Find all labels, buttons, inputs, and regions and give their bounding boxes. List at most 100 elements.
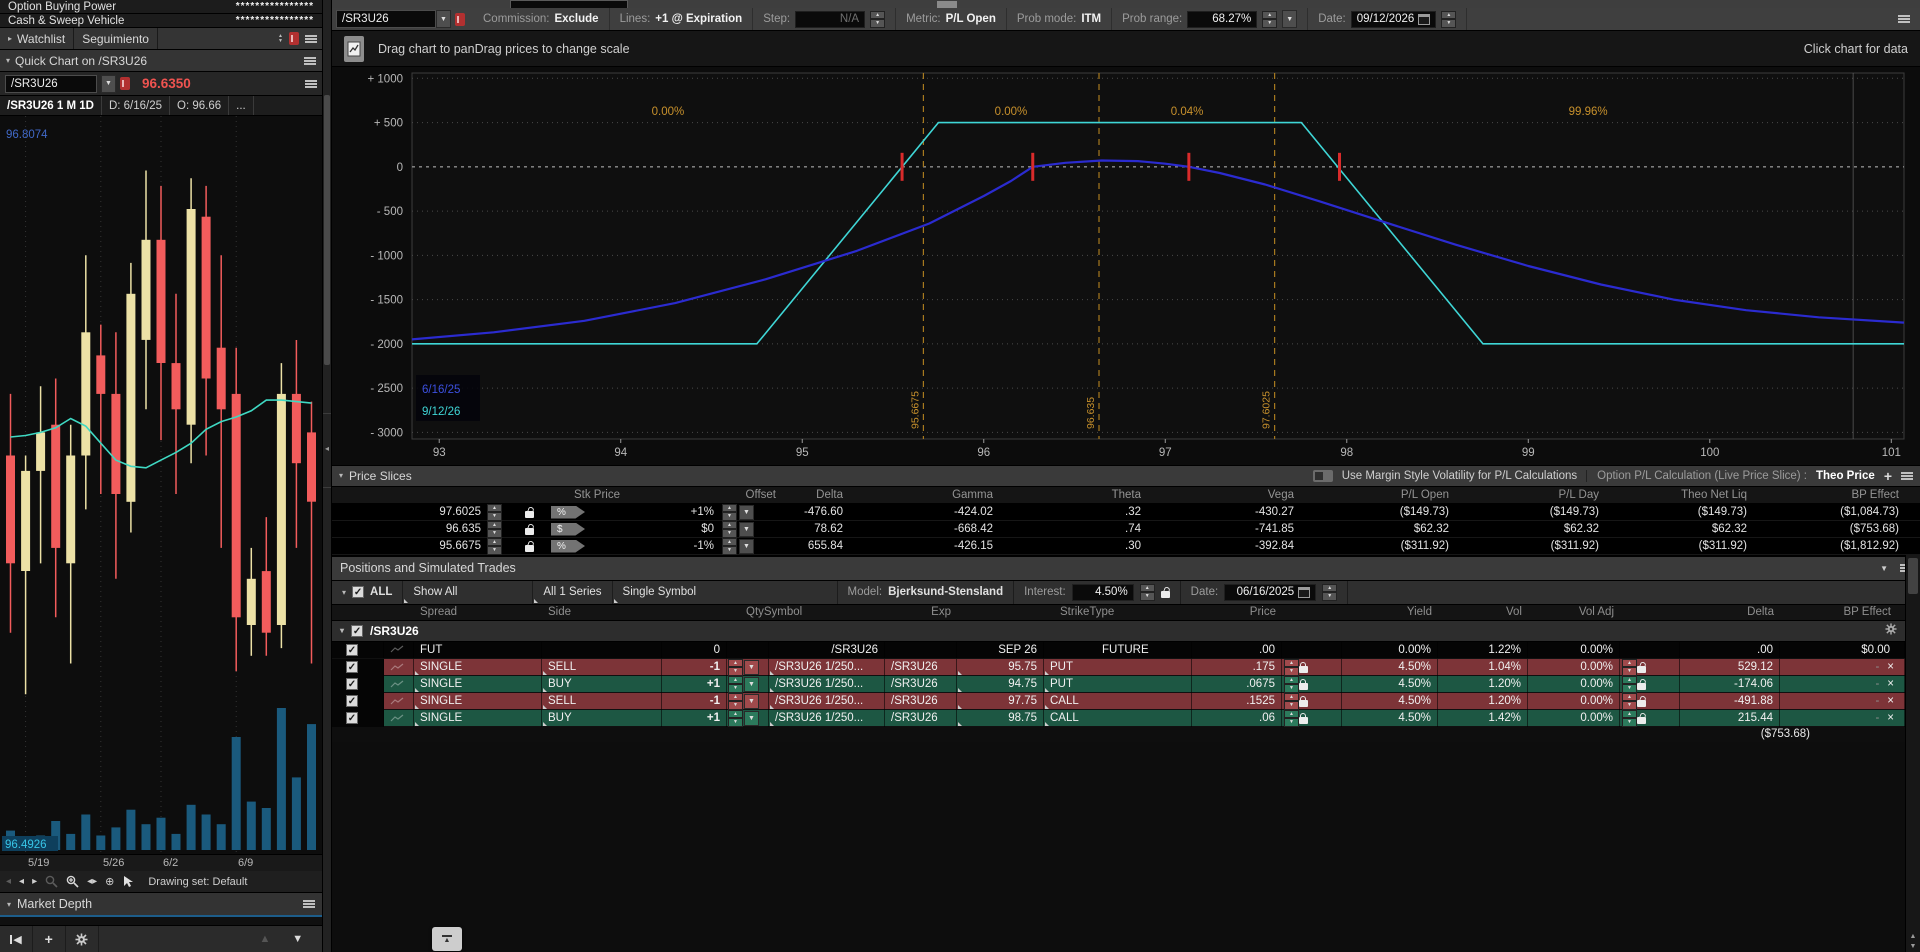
row-strike[interactable]: 95.75	[957, 659, 1044, 676]
step-right-icon[interactable]: ▸	[32, 876, 37, 887]
collapse-leg-icon[interactable]: -	[1875, 661, 1879, 673]
market-depth-header[interactable]: ▾ Market Depth	[0, 893, 322, 917]
col-header-exp[interactable]: Exp	[885, 605, 957, 620]
price-stepper[interactable]: ▲▼	[1284, 659, 1299, 676]
dropdown-button[interactable]: ▼	[744, 660, 759, 675]
dropdown-button[interactable]: ▼	[744, 694, 759, 709]
col-header-side[interactable]: Side	[542, 605, 662, 620]
col-header-strike-type[interactable]: StrikeType	[957, 605, 1192, 620]
dropdown-button[interactable]: ▼	[1282, 10, 1297, 28]
price-stepper[interactable]: ▲▼	[1284, 693, 1299, 710]
slice-offset-stepper[interactable]: ▲▼	[722, 521, 737, 538]
row-price[interactable]: .06	[1192, 710, 1282, 727]
step-left-icon[interactable]: ◂	[19, 876, 24, 887]
dropdown-button[interactable]: ▼	[739, 539, 754, 554]
link-status-icon[interactable]	[120, 77, 130, 90]
row-checkbox[interactable]: ✓	[346, 661, 358, 673]
menu-icon[interactable]	[305, 35, 317, 37]
unlock-icon[interactable]	[525, 528, 534, 535]
col-header-delta[interactable]: Delta	[1680, 605, 1780, 620]
position-row[interactable]: ✓ SINGLE BUY +1 ▲▼▼ /SR3U26 1/250... /SR…	[332, 710, 1905, 727]
col-header-theta[interactable]: Theta	[999, 487, 1147, 503]
position-row[interactable]: ✓ SINGLE SELL -1 ▲▼▼ /SR3U26 1/250... /S…	[332, 659, 1905, 676]
account-row[interactable]: Cash & Sweep Vehicle ****************	[0, 14, 322, 28]
slice-offset[interactable]: +1%	[594, 504, 720, 521]
zoom-in-icon[interactable]	[66, 875, 79, 888]
collapse-panel-icon[interactable]: ◂	[323, 444, 331, 453]
remove-row-button[interactable]: ×	[1887, 661, 1894, 673]
filter-all[interactable]: ▾ ✓ ALL	[332, 581, 403, 604]
calendar-icon[interactable]	[1418, 14, 1430, 25]
row-vol-adj[interactable]: 0.00%	[1528, 659, 1620, 676]
scroll-up-icon[interactable]: ▲	[1906, 933, 1920, 940]
date-stepper[interactable]: ▲▼	[1441, 11, 1456, 28]
chart-settings-button[interactable]	[344, 36, 364, 62]
slice-price-stepper[interactable]: ▲▼	[487, 504, 502, 521]
dropdown-button[interactable]: ▼	[744, 677, 759, 692]
collapse-leg-icon[interactable]: -	[1875, 678, 1879, 690]
spinner-icon[interactable]: ▲▼	[278, 34, 283, 44]
trend-icon[interactable]	[390, 680, 404, 689]
step-input[interactable]: N/A	[795, 11, 865, 28]
scrollbar-thumb[interactable]	[324, 95, 330, 365]
price-slice-row[interactable]: 97.6025 ▲▼ % +1% ▲▼▼ -476.60 -424.02 .32…	[332, 504, 1920, 521]
row-qty[interactable]: -1	[662, 693, 727, 710]
toolbar-item-prob-mode[interactable]: Prob mode:ITM	[1007, 8, 1112, 30]
col-header-qty-symbol[interactable]: QtySymbol	[662, 605, 885, 620]
scroll-down-icon[interactable]: ▼	[1906, 943, 1920, 950]
row-strike[interactable]: 98.75	[957, 710, 1044, 727]
lock-icon[interactable]	[1299, 700, 1308, 707]
row-type[interactable]: PUT	[1044, 676, 1192, 693]
col-header-vega[interactable]: Vega	[1147, 487, 1300, 503]
row-strike[interactable]: 94.75	[957, 676, 1044, 693]
col-header-price[interactable]: Price	[1192, 605, 1282, 620]
row-checkbox[interactable]: ✓	[346, 695, 358, 707]
collapse-all-icon[interactable]: ▼	[1880, 564, 1888, 573]
row-spread[interactable]: SINGLE	[414, 676, 542, 693]
step-stepper[interactable]: ▲▼	[870, 11, 885, 28]
menu-icon[interactable]	[305, 80, 317, 82]
prob-range-stepper[interactable]: ▲▼	[1262, 11, 1277, 28]
toolbar-item-step[interactable]: Step:N/A ▲▼	[753, 8, 896, 30]
row-side[interactable]: SELL	[542, 659, 662, 676]
pan-left-icon[interactable]: ◂	[6, 876, 11, 887]
col-header-yield[interactable]: Yield	[1342, 605, 1438, 620]
trend-icon[interactable]	[390, 714, 404, 723]
slice-offset[interactable]: $0	[594, 521, 720, 538]
symbol-group-row[interactable]: ▾✓ /SR3U26	[332, 621, 1905, 642]
col-header-p-l-open[interactable]: P/L Open	[1300, 487, 1455, 503]
col-header-theo-net-liq[interactable]: Theo Net Liq	[1605, 487, 1753, 503]
scrollbar-thumb[interactable]	[1908, 558, 1918, 594]
lock-icon[interactable]	[1299, 666, 1308, 673]
scroll-to-top-button[interactable]: ▲	[432, 927, 462, 951]
positions-date-input[interactable]: 06/16/2025	[1224, 584, 1316, 601]
lock-icon[interactable]	[1299, 683, 1308, 690]
remove-row-button[interactable]: ×	[1887, 695, 1894, 707]
row-symbol[interactable]: /SR3U26 1/250...	[769, 659, 885, 676]
interest-stepper[interactable]: ▲▼	[1140, 584, 1155, 601]
filter-symbol-mode[interactable]: Single Symbol	[613, 581, 838, 604]
row-checkbox[interactable]: ✓	[346, 678, 358, 690]
remove-row-button[interactable]: ×	[1887, 678, 1894, 690]
price-slice-row[interactable]: 95.6675 ▲▼ % -1% ▲▼▼ 655.84 -426.15 .30 …	[332, 538, 1920, 555]
menu-icon[interactable]	[1898, 15, 1910, 17]
watchlist-tab-seguimiento[interactable]: Seguimiento	[74, 28, 158, 49]
slice-price-stepper[interactable]: ▲▼	[487, 538, 502, 555]
vol-adj-stepper[interactable]: ▲▼	[1622, 676, 1637, 693]
mini-chart-more[interactable]: ...	[229, 96, 254, 115]
price-slice-row[interactable]: 96.635 ▲▼ $ $0 ▲▼▼ 78.62 -668.42 .74 -74…	[332, 521, 1920, 538]
vol-adj-stepper[interactable]: ▲▼	[1622, 659, 1637, 676]
menu-icon[interactable]	[1901, 472, 1913, 474]
vol-adj-stepper[interactable]: ▲▼	[1622, 710, 1637, 727]
row-type[interactable]: CALL	[1044, 710, 1192, 727]
cursor-arrow-icon[interactable]	[122, 875, 134, 888]
calendar-icon[interactable]	[1298, 587, 1310, 598]
qty-stepper[interactable]: ▲▼	[728, 659, 743, 676]
offset-mode-badge[interactable]: %	[551, 540, 585, 553]
col-header-gamma[interactable]: Gamma	[849, 487, 999, 503]
all-checkbox[interactable]: ✓	[352, 586, 364, 598]
offset-mode-badge[interactable]: %	[551, 506, 585, 519]
row-side[interactable]: BUY	[542, 710, 662, 727]
expand-horizontal-icon[interactable]: ◂▸	[87, 876, 97, 887]
lock-icon[interactable]	[1299, 717, 1308, 724]
